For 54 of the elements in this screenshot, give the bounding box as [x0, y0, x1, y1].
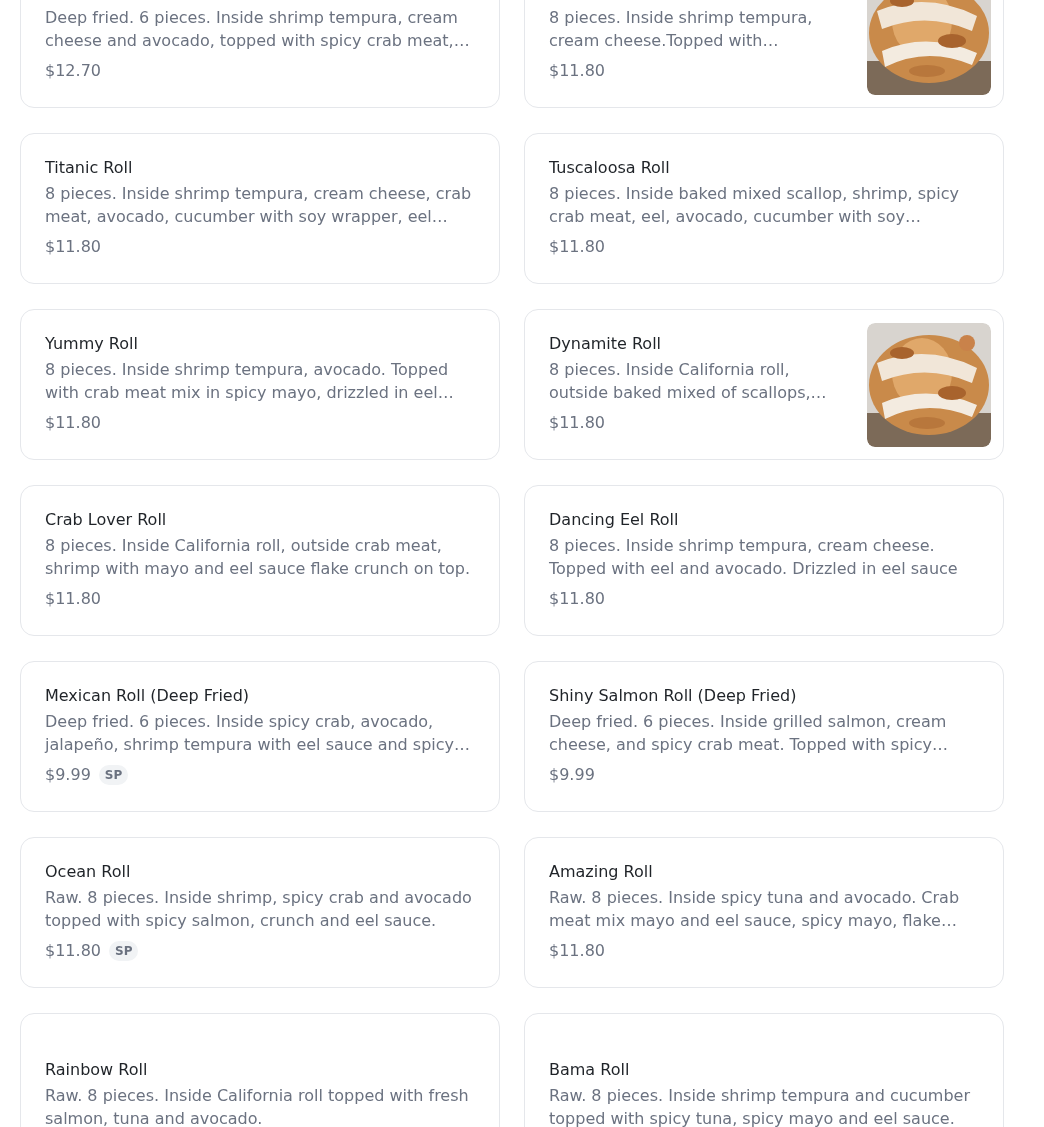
menu-item-card[interactable]: Deep fried. 6 pieces. Inside shrimp tempura, cream cheese and avocado, topped with spicy crab meat,… $12.70: [20, 0, 500, 108]
item-description: 8 pieces. Inside shrimp tempura, cream cheese.Topped with…: [549, 7, 814, 52]
item-price: $11.80: [45, 236, 101, 258]
menu-item-card[interactable]: Bama Roll Raw. 8 pieces. Inside shrimp tempura and cucumber topped with spicy tuna, spicy mayo and eel sauce.: [524, 1013, 1004, 1127]
item-title: Titanic Roll: [45, 157, 134, 179]
item-title: Dancing Eel Roll: [549, 509, 680, 531]
item-price: $9.99: [549, 764, 595, 786]
item-description: Raw. 8 pieces. Inside spicy tuna and avocado. Crab meat mix mayo and eel sauce, spicy mayo, flake…: [549, 887, 961, 932]
item-price: $11.80: [549, 236, 605, 258]
item-description: 8 pieces. Inside shrimp tempura, avocado. Topped with crab meat mix in spicy mayo, drizzled in eel…: [45, 359, 455, 404]
item-description: 8 pieces. Inside shrimp tempura, cream cheese, crab meat, avocado, cucumber with soy wrapper, eel…: [45, 183, 473, 228]
menu-item-card[interactable]: Tuscaloosa Roll 8 pieces. Inside baked mixed scallop, shrimp, spicy crab meat, eel, avocado, cucumber with soy… $11.80: [524, 133, 1004, 284]
item-description: Deep fried. 6 pieces. Inside grilled salmon, cream cheese, and spicy crab meat. Topped with spicy…: [549, 711, 950, 756]
item-description: Deep fried. 6 pieces. Inside spicy crab, avocado, jalapeño, shrimp tempura with eel sauce and spicy…: [45, 711, 472, 756]
item-price: $12.70: [45, 60, 101, 82]
item-price: $11.80: [549, 588, 605, 610]
menu-item-card[interactable]: Crab Lover Roll 8 pieces. Inside California roll, outside crab meat, shrimp with mayo and eel sauce flake crunch on top. $11.80: [20, 485, 500, 636]
item-price: $11.80: [45, 588, 101, 610]
menu-item-card[interactable]: Yummy Roll 8 pieces. Inside shrimp tempura, avocado. Topped with crab meat mix in spicy mayo, drizzled in eel… $11.80: [20, 309, 500, 460]
item-description: 8 pieces. Inside California roll, outside crab meat, shrimp with mayo and eel sauce flake crunch on top.: [45, 535, 471, 580]
item-price: $9.99: [45, 764, 91, 786]
item-title: Tuscaloosa Roll: [549, 157, 671, 179]
item-title: Crab Lover Roll: [45, 509, 168, 531]
item-title: Amazing Roll: [549, 861, 654, 883]
menu-item-card[interactable]: Dynamite Roll 8 pieces. Inside California roll, outside baked mixed of scallops,… $11.80: [524, 309, 1004, 460]
item-price: $11.80: [549, 60, 605, 82]
menu-item-card[interactable]: Mexican Roll (Deep Fried) Deep fried. 6 pieces. Inside spicy crab, avocado, jalapeño, shrimp tempura with eel sauce and spicy… $9.99 SP: [20, 661, 500, 812]
menu-item-card[interactable]: Dancing Eel Roll 8 pieces. Inside shrimp tempura, cream cheese. Topped with eel and avocado. Drizzled in eel sauce $11.80: [524, 485, 1004, 636]
item-description: 8 pieces. Inside baked mixed scallop, shrimp, spicy crab meat, eel, avocado, cucumber with soy…: [549, 183, 960, 228]
menu-item-card[interactable]: Rainbow Roll Raw. 8 pieces. Inside California roll topped with fresh salmon, tuna and avocado.: [20, 1013, 500, 1127]
item-description: Raw. 8 pieces. Inside shrimp tempura and cucumber topped with spicy tuna, spicy mayo and eel sauce.: [549, 1085, 971, 1127]
item-title: Dynamite Roll: [549, 333, 663, 355]
item-title: Bama Roll: [549, 1059, 631, 1081]
item-description: Raw. 8 pieces. Inside shrimp, spicy crab and avocado topped with spicy salmon, crunch and eel sauce.: [45, 887, 473, 932]
item-title: Yummy Roll: [45, 333, 139, 355]
menu-item-card[interactable]: 8 pieces. Inside shrimp tempura, cream cheese.Topped with… $11.80: [524, 0, 1004, 108]
menu-item-card[interactable]: Amazing Roll Raw. 8 pieces. Inside spicy tuna and avocado. Crab meat mix mayo and eel sauce, spicy mayo, flake… $11.80: [524, 837, 1004, 988]
item-description: Raw. 8 pieces. Inside California roll topped with fresh salmon, tuna and avocado.: [45, 1085, 470, 1127]
item-badge: SP: [98, 765, 129, 785]
item-price: $11.80: [549, 940, 605, 962]
item-title: Ocean Roll: [45, 861, 132, 883]
item-description: 8 pieces. Inside California roll, outside baked mixed of scallops,…: [549, 359, 828, 404]
menu-item-card[interactable]: Shiny Salmon Roll (Deep Fried) Deep fried. 6 pieces. Inside grilled salmon, cream cheese, and spicy crab meat. Topped with spicy… $9.99: [524, 661, 1004, 812]
item-price: $11.80: [45, 940, 101, 962]
item-title: Shiny Salmon Roll (Deep Fried): [549, 685, 798, 707]
item-price: $11.80: [45, 412, 101, 434]
item-description: Deep fried. 6 pieces. Inside shrimp tempura, cream cheese and avocado, topped with spicy crab meat,…: [45, 7, 471, 52]
item-description: 8 pieces. Inside shrimp tempura, cream cheese. Topped with eel and avocado. Drizzled in eel sauce: [549, 535, 959, 580]
item-title: Rainbow Roll: [45, 1059, 149, 1081]
item-badge: SP: [109, 941, 139, 961]
item-price: $11.80: [549, 412, 605, 434]
item-title: Mexican Roll (Deep Fried): [45, 685, 251, 707]
menu-item-card[interactable]: Ocean Roll Raw. 8 pieces. Inside shrimp, spicy crab and avocado topped with spicy salmon, crunch and eel sauce. $11.80 SP: [20, 837, 500, 988]
menu-item-card[interactable]: Titanic Roll 8 pieces. Inside shrimp tempura, cream cheese, crab meat, avocado, cucumber with soy wrapper, eel… $11.80: [20, 133, 500, 284]
